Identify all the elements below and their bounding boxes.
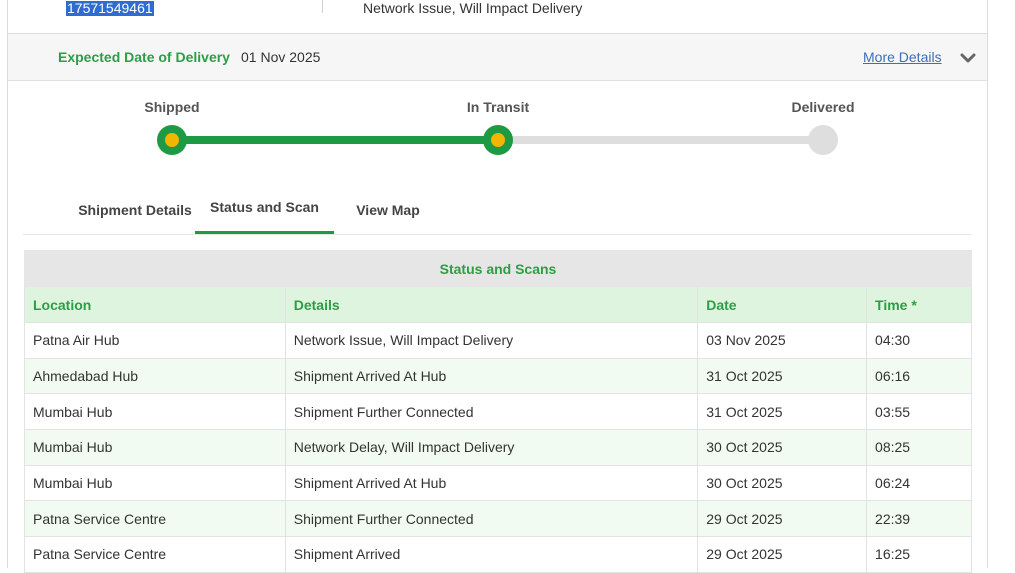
edd-label: Expected Date of Delivery [58,49,230,65]
status-scans-table: Status and Scans Location Details Date T… [24,250,972,573]
cell-details: Shipment Arrived [284,536,699,573]
column-header-location: Location [24,286,286,323]
more-details-link[interactable]: More Details [863,49,942,65]
cell-time: 16:25 [866,536,972,573]
step-dot-delivered [808,125,838,155]
table-row: Ahmedabad Hub Shipment Arrived At Hub 31… [24,357,972,395]
tracking-tabs: Shipment Details Status and Scan View Ma… [23,186,971,235]
cell-location: Mumbai Hub [24,429,286,466]
cell-location: Patna Service Centre [24,500,286,538]
shipment-summary-row: 17571549461 Network Issue, Will Impact D… [8,0,987,34]
cell-location: Patna Air Hub [24,322,286,359]
step-label-in-transit: In Transit [466,99,530,115]
column-header-time: Time * [866,286,972,323]
cell-date: 03 Nov 2025 [697,322,868,359]
awb-number-selected[interactable]: 17571549461 [66,1,154,16]
chevron-down-icon[interactable] [959,49,977,67]
table-row: Mumbai Hub Shipment Arrived At Hub 30 Oc… [24,464,972,502]
latest-status-text: Network Issue, Will Impact Delivery [363,0,583,16]
cell-date: 31 Oct 2025 [697,393,868,431]
cell-time: 22:39 [866,500,972,538]
column-header-date: Date [697,286,868,323]
cell-time: 06:24 [866,464,972,502]
cell-time: 06:16 [866,357,972,395]
cell-location: Mumbai Hub [24,464,286,502]
table-row: Patna Service Centre Shipment Arrived 29… [24,536,972,573]
step-dot-shipped [157,125,187,155]
step-label-shipped: Shipped [144,99,200,115]
cell-details: Network Delay, Will Impact Delivery [284,429,699,466]
cell-details: Shipment Arrived At Hub [284,464,699,502]
cell-location: Patna Service Centre [24,536,286,573]
progress-track-fill [171,136,497,144]
cell-time: 08:25 [866,429,972,466]
cell-date: 29 Oct 2025 [697,500,868,538]
cell-date: 29 Oct 2025 [697,536,868,573]
step-label-delivered: Delivered [791,99,855,115]
expected-delivery-bar: Expected Date of Delivery 01 Nov 2025 Mo… [8,34,987,81]
cell-time: 03:55 [866,393,972,431]
table-row: Patna Air Hub Network Issue, Will Impact… [24,322,972,359]
cell-details: Shipment Further Connected [284,500,699,538]
shipment-progress: Shipped In Transit Delivered [8,81,987,171]
cell-date: 31 Oct 2025 [697,357,868,395]
edd-value: 01 Nov 2025 [241,49,321,65]
table-row: Mumbai Hub Network Delay, Will Impact De… [24,429,972,466]
cell-date: 30 Oct 2025 [697,429,868,466]
step-dot-in-transit [483,125,513,155]
cell-details: Shipment Arrived At Hub [284,357,699,395]
table-row: Patna Service Centre Shipment Further Co… [24,500,972,538]
cell-time: 04:30 [866,322,972,359]
column-header-details: Details [284,286,699,323]
tracking-card: 17571549461 Network Issue, Will Impact D… [7,0,988,573]
cell-details: Shipment Further Connected [284,393,699,431]
table-title: Status and Scans [24,250,972,287]
cell-details: Network Issue, Will Impact Delivery [284,322,699,359]
cell-location: Mumbai Hub [24,393,286,431]
cell-location: Ahmedabad Hub [24,357,286,395]
cell-date: 30 Oct 2025 [697,464,868,502]
tab-status-and-scan[interactable]: Status and Scan [195,182,334,234]
column-divider [322,0,323,13]
table-row: Mumbai Hub Shipment Further Connected 31… [24,393,972,431]
tab-view-map[interactable]: View Map [343,186,433,234]
